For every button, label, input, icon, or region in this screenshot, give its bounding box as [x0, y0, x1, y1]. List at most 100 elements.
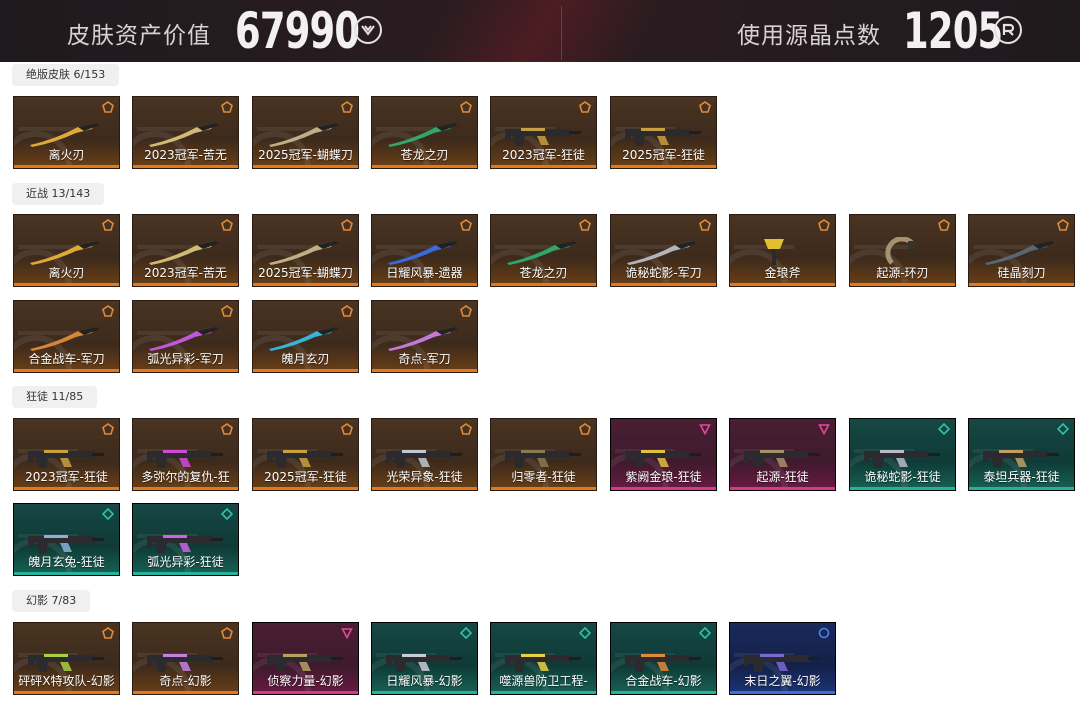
- tier-gold-icon: [818, 219, 830, 231]
- skin-card[interactable]: 侦察力量-幻影: [252, 622, 359, 695]
- section-tag: 幻影 7/83: [12, 590, 91, 612]
- skin-card[interactable]: 起源-狂徒: [729, 418, 836, 491]
- skin-card[interactable]: 苍龙之刃: [490, 214, 597, 287]
- skin-card[interactable]: 离火刃: [13, 214, 120, 287]
- phantom-icon: [505, 654, 581, 672]
- kunai-icon: [149, 241, 219, 265]
- skin-name: 魄月玄兔-狂徒: [28, 555, 105, 569]
- skin-name: 日耀风暴-遗器: [386, 266, 463, 280]
- tier-gold-icon: [102, 219, 114, 231]
- axe-icon: [764, 239, 784, 265]
- skin-name: 2023冠军-苦无: [144, 266, 227, 280]
- knife-icon: [149, 327, 219, 351]
- skin-card[interactable]: 日耀风暴-遗器: [371, 214, 478, 287]
- skin-card[interactable]: 奇点-军刀: [371, 300, 478, 373]
- skin-card[interactable]: 归零者-狂徒: [490, 418, 597, 491]
- tier-gold-icon: [460, 423, 472, 435]
- skin-card[interactable]: 硅晶刻刀: [968, 214, 1075, 287]
- tier-gold-icon: [102, 101, 114, 113]
- tier-pink-icon: [341, 628, 353, 639]
- skin-card[interactable]: 紫阙金琅-狂徒: [610, 418, 717, 491]
- tier-gold-icon: [699, 101, 711, 113]
- skin-card[interactable]: 2023冠军-狂徒: [13, 418, 120, 491]
- skin-name: 2023冠军-苦无: [144, 148, 227, 162]
- skin-card[interactable]: 金琅斧: [729, 214, 836, 287]
- skin-name: 起源-狂徒: [756, 470, 809, 484]
- skin-card[interactable]: 泰坦兵器-狂徒: [968, 418, 1075, 491]
- tier-gold-icon: [579, 101, 591, 113]
- vandal-icon: [505, 128, 581, 146]
- skin-name: 2025冠军-蝴蝶刀: [258, 148, 353, 162]
- skin-name: 光荣异象-狂徒: [386, 470, 463, 484]
- knife-icon: [30, 123, 100, 147]
- tier-gold-icon: [221, 219, 233, 231]
- vandal-icon: [864, 450, 940, 468]
- skin-name: 苍龙之刃: [400, 148, 449, 162]
- tier-gold-icon: [579, 219, 591, 231]
- ring-blade-icon: [885, 237, 914, 265]
- skin-card[interactable]: 弧光异彩-狂徒: [132, 503, 239, 576]
- tier-gold-icon: [221, 101, 233, 113]
- skin-name: 2023冠军-狂徒: [25, 470, 108, 484]
- skin-name: 离火刃: [48, 148, 85, 162]
- knife-icon: [388, 327, 458, 351]
- tier-teal-icon: [938, 423, 950, 435]
- tier-gold-icon: [460, 219, 472, 231]
- skin-card[interactable]: 奇点-幻影: [132, 622, 239, 695]
- header-bar: 皮肤资产价值 67990 使用源晶点数 1205: [0, 0, 1080, 62]
- skin-card[interactable]: 2025冠军-狂徒: [610, 96, 717, 169]
- skin-card[interactable]: 苍龙之刃: [371, 96, 478, 169]
- skin-card[interactable]: 诡秘蛇影-狂徒: [849, 418, 956, 491]
- tier-gold-icon: [1057, 219, 1069, 231]
- skin-name: 归零者-狂徒: [511, 470, 576, 484]
- skin-card[interactable]: 2025冠军-蝴蝶刀: [252, 96, 359, 169]
- vandal-icon: [505, 450, 581, 468]
- skin-card[interactable]: 日耀风暴-幻影: [371, 622, 478, 695]
- skin-name: 2025冠军-狂徒: [264, 470, 347, 484]
- dragon-blade-icon: [388, 123, 458, 147]
- skin-card[interactable]: 起源-环刃: [849, 214, 956, 287]
- knife-icon: [269, 327, 339, 351]
- relic-icon: [388, 241, 458, 265]
- tier-gold-icon: [341, 101, 353, 113]
- tier-teal-icon: [221, 508, 233, 520]
- tier-gold-icon: [938, 219, 950, 231]
- skin-card[interactable]: 末日之翼-幻影: [729, 622, 836, 695]
- tier-gold-icon: [221, 423, 233, 435]
- phantom-icon: [625, 654, 701, 672]
- tier-gold-icon: [102, 423, 114, 435]
- skin-card[interactable]: 砰砰X特攻队-幻影: [13, 622, 120, 695]
- skin-card[interactable]: 魄月玄兔-狂徒: [13, 503, 120, 576]
- skin-card[interactable]: 2023冠军-狂徒: [490, 96, 597, 169]
- skin-card[interactable]: 弧光异彩-军刀: [132, 300, 239, 373]
- tier-gold-icon: [221, 627, 233, 639]
- phantom-icon: [386, 654, 462, 672]
- skin-card[interactable]: 离火刃: [13, 96, 120, 169]
- vandal-icon: [386, 450, 462, 468]
- skin-card[interactable]: 魄月玄刃: [252, 300, 359, 373]
- skin-card[interactable]: 合金战车-幻影: [610, 622, 717, 695]
- skin-name: 硅晶刻刀: [997, 266, 1046, 280]
- skin-card[interactable]: 多弥尔的复仇-狂: [132, 418, 239, 491]
- skin-card[interactable]: 2023冠军-苦无: [132, 96, 239, 169]
- skin-name: 诡秘蛇影-狂徒: [864, 470, 941, 484]
- vandal-icon: [147, 535, 223, 553]
- skin-card[interactable]: 噬源兽防卫工程-: [490, 622, 597, 695]
- vandal-icon: [744, 450, 820, 468]
- skin-card[interactable]: 合金战车-军刀: [13, 300, 120, 373]
- skin-card[interactable]: 光荣异象-狂徒: [371, 418, 478, 491]
- skin-name: 合金战车-幻影: [625, 674, 702, 688]
- skin-card[interactable]: 2025冠军-蝴蝶刀: [252, 214, 359, 287]
- skin-name: 2025冠军-蝴蝶刀: [258, 266, 353, 280]
- skin-name: 日耀风暴-幻影: [386, 674, 463, 688]
- karambit-icon: [30, 327, 100, 351]
- skin-name: 魄月玄刃: [281, 352, 330, 366]
- skin-card[interactable]: 2025冠军-狂徒: [252, 418, 359, 491]
- skin-name: 金琅斧: [764, 266, 801, 280]
- tier-gold-icon: [341, 219, 353, 231]
- skin-name: 奇点-幻影: [159, 674, 212, 688]
- skin-name: 奇点-军刀: [398, 352, 451, 366]
- tier-gold-icon: [341, 305, 353, 317]
- skin-card[interactable]: 诡秘蛇影-军刀: [610, 214, 717, 287]
- skin-card[interactable]: 2023冠军-苦无: [132, 214, 239, 287]
